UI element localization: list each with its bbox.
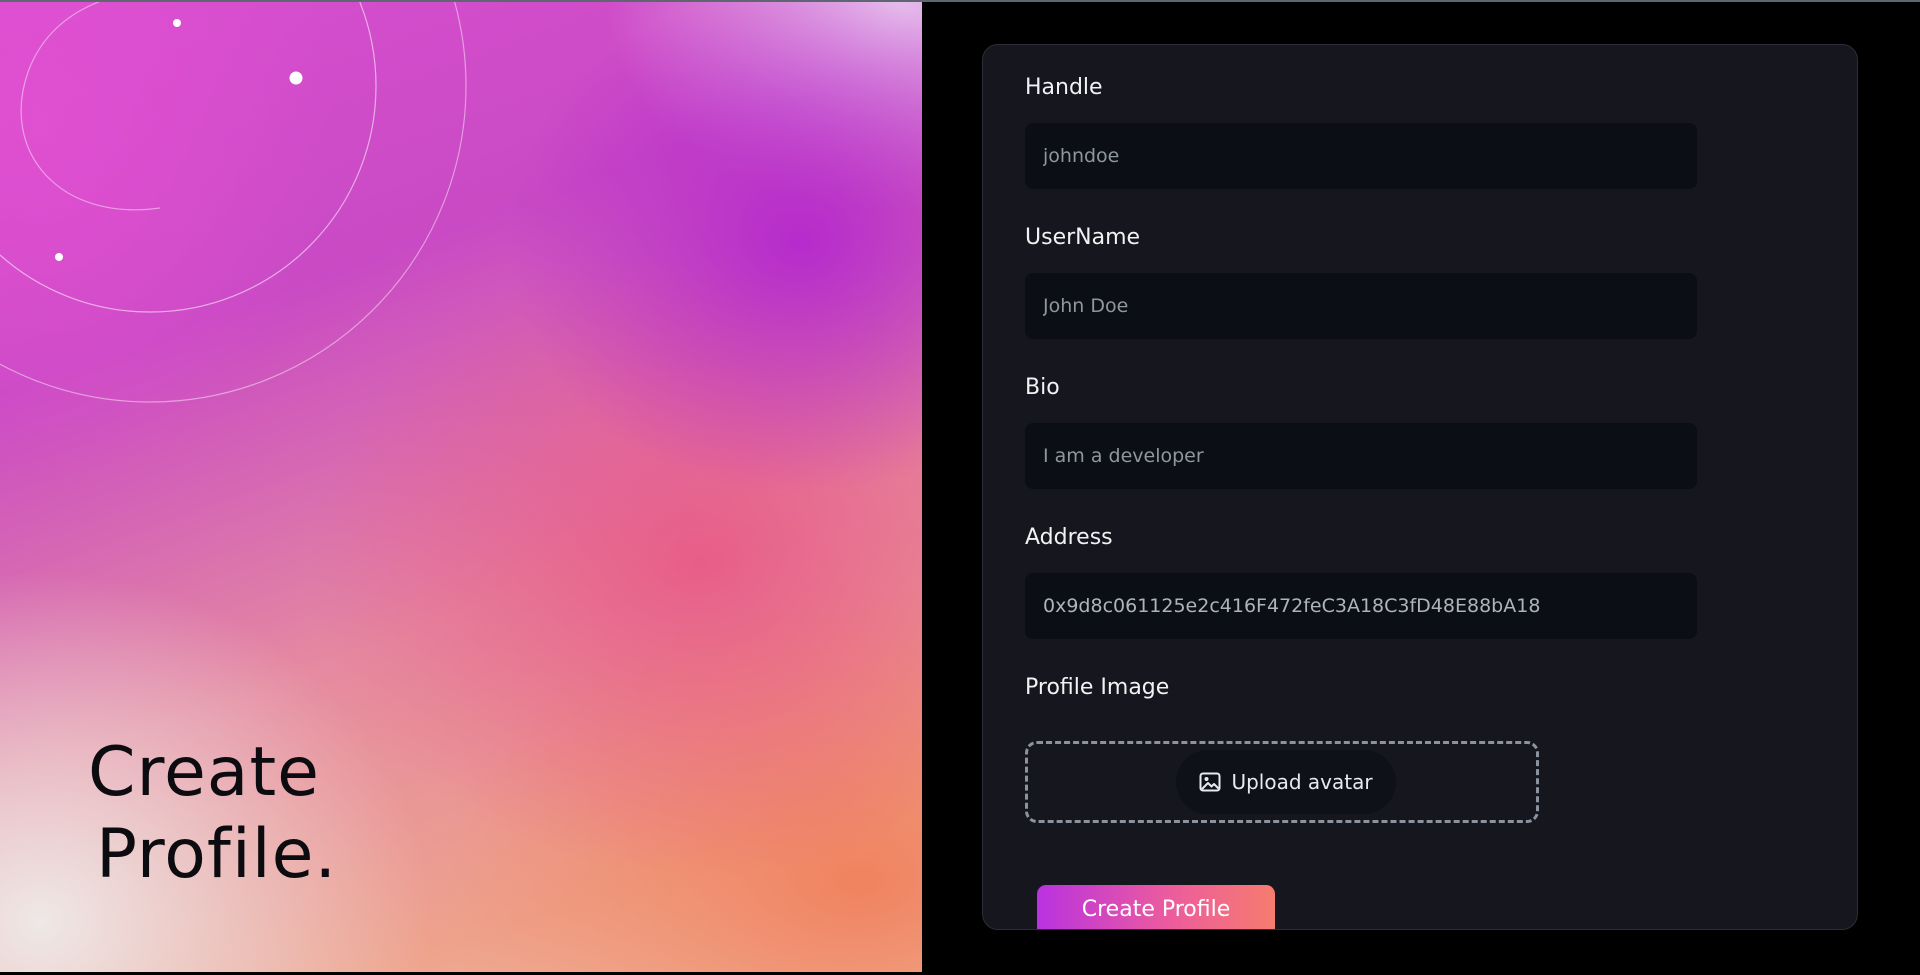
handle-label: Handle — [1025, 75, 1103, 100]
create-profile-button[interactable]: Create Profile — [1037, 885, 1275, 929]
decorative-orbits — [0, 2, 467, 403]
sparkle-dot — [173, 19, 181, 27]
hero-title-line-2: Profile. — [96, 815, 338, 894]
username-label: UserName — [1025, 225, 1141, 250]
username-input[interactable] — [1025, 273, 1697, 339]
orbit-ring-outer — [0, 2, 377, 313]
handle-input[interactable] — [1025, 123, 1697, 189]
avatar-dropzone[interactable]: Upload avatar — [1025, 741, 1539, 823]
image-icon — [1199, 772, 1221, 792]
bio-input[interactable] — [1025, 423, 1697, 489]
profile-image-label: Profile Image — [1025, 675, 1170, 700]
upload-avatar-button[interactable]: Upload avatar — [1176, 750, 1396, 814]
sparkle-dot — [289, 71, 303, 85]
hero-panel: Create Profile. — [0, 2, 922, 972]
upload-avatar-label: Upload avatar — [1231, 770, 1373, 794]
address-input[interactable] — [1025, 573, 1697, 639]
hero-title: Create Profile. — [88, 732, 337, 896]
bio-label: Bio — [1025, 375, 1060, 400]
orbit-ring-large — [0, 2, 467, 403]
address-label: Address — [1025, 525, 1113, 550]
create-profile-form: Handle UserName Bio Address Profile Imag… — [982, 44, 1858, 930]
orbit-arc-inner — [20, 2, 161, 211]
hero-title-line-1: Create — [88, 733, 320, 812]
sparkle-dot — [55, 253, 63, 261]
